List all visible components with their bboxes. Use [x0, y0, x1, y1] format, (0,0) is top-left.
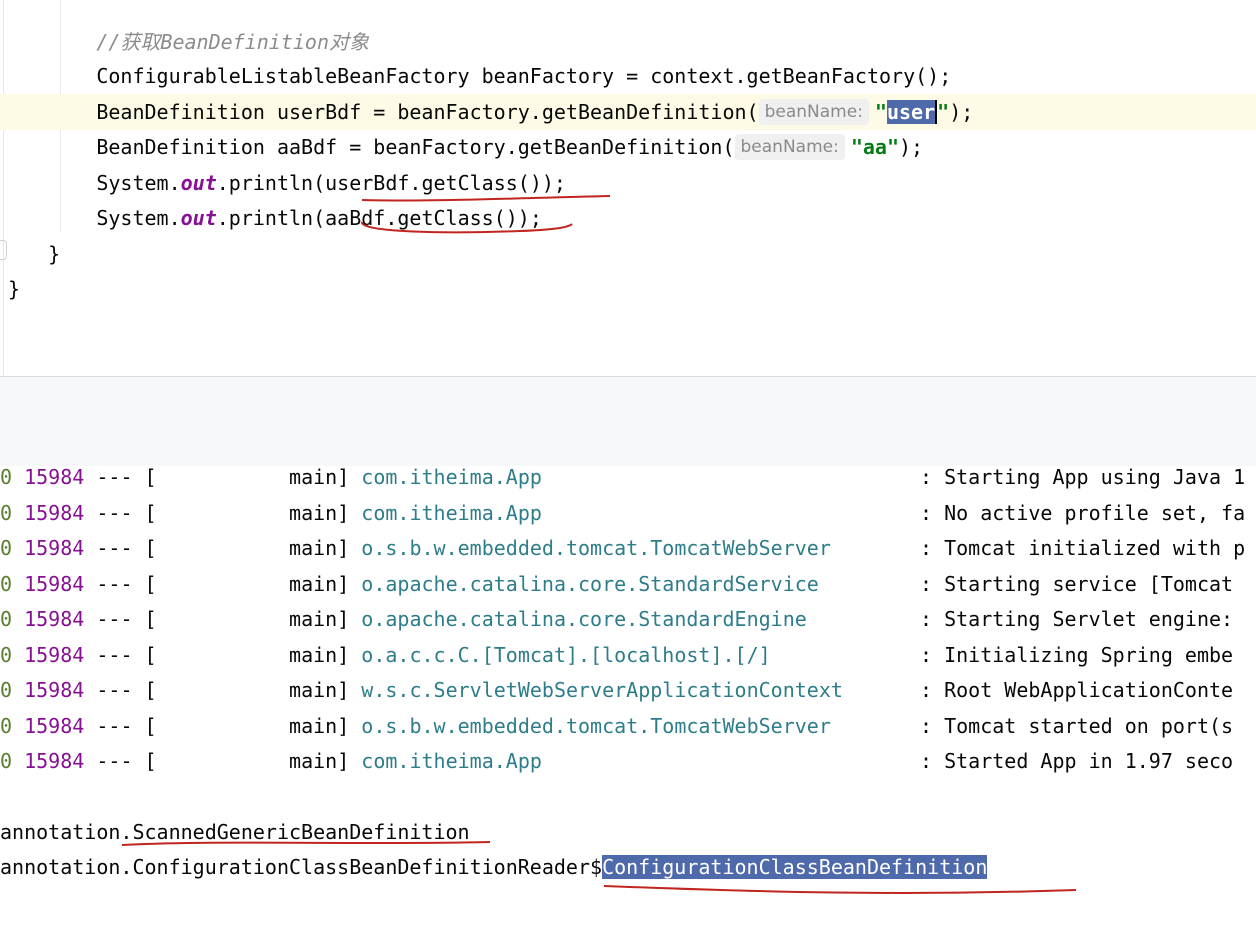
log-separator: ---: [96, 678, 133, 702]
output-line-scanned[interactable]: annotation.ScannedGenericBeanDefinition: [0, 814, 470, 850]
log-row[interactable]: 0 15984 --- [ main] com.itheima.App : Sta…: [0, 743, 1256, 779]
log-row[interactable]: 0 15984 --- [ main] o.s.b.w.embedded.tom…: [0, 708, 1256, 744]
log-separator: ---: [96, 500, 133, 525]
code-text: BeanDefinition userBdf = beanFactory.get…: [96, 100, 759, 124]
log-level: 0: [0, 500, 13, 525]
log-thread: [ main]: [144, 571, 350, 596]
log-message: : Starting service [Tomcat: [920, 571, 1234, 596]
log-message: : Initializing Spring embe: [920, 642, 1234, 667]
log-pid: 15984: [24, 678, 85, 702]
log-row[interactable]: 0 15984 --- [ main] o.a.c.c.C.[Tomcat].[…: [0, 637, 1256, 673]
log-row[interactable]: 0 15984 --- [ main] o.s.b.w.embedded.tom…: [0, 530, 1256, 566]
selected-text[interactable]: user: [886, 100, 936, 124]
log-pid: 15984: [24, 571, 85, 596]
log-pid: 15984: [24, 607, 85, 631]
log-pid: 15984: [24, 536, 85, 560]
log-level: 0: [0, 678, 13, 702]
code-line-println-user[interactable]: System.out.println(userBdf.getClass());: [0, 165, 1256, 201]
log-pid: 15984: [24, 500, 85, 525]
log-logger: o.s.b.w.embedded.tomcat.TomcatWebServer: [361, 536, 831, 560]
log-separator: ---: [96, 571, 133, 596]
static-field: out: [180, 206, 217, 230]
code-line-close-class[interactable]: }: [8, 271, 1256, 307]
code-line-userbdf[interactable]: BeanDefinition userBdf = beanFactory.get…: [0, 94, 1256, 130]
output-line-configuration[interactable]: annotation.ConfigurationClassBeanDefinit…: [0, 849, 988, 885]
log-logger: w.s.c.ServletWebServerApplicationContext: [361, 678, 843, 702]
log-logger: com.itheima.App: [361, 500, 542, 525]
log-thread: [ main]: [144, 500, 350, 525]
log-row[interactable]: 0 15984 --- [ main] com.itheima.App : No …: [0, 495, 1256, 531]
parameter-hint: beanName:: [734, 134, 845, 160]
log-message: : Tomcat started on port(s: [920, 713, 1234, 738]
log-level: 0: [0, 749, 13, 773]
log-message: : Tomcat initialized with p: [920, 536, 1246, 560]
log-separator: ---: [96, 749, 133, 773]
log-message: : Started App in 1.97 seco: [920, 749, 1234, 773]
log-row[interactable]: 0 15984 --- [ main] o.apache.catalina.co…: [0, 566, 1256, 602]
run-console[interactable]: 0 15984 --- [ main] com.itheima.App : Sta…: [0, 466, 1256, 926]
code-line-close-method[interactable]: }: [0, 236, 1256, 272]
log-separator: ---: [96, 607, 133, 631]
log-thread: [ main]: [144, 607, 350, 631]
log-pid: 15984: [24, 642, 85, 667]
log-separator: ---: [96, 466, 133, 489]
code-line-beanfactory[interactable]: ConfigurableListableBeanFactory beanFact…: [0, 58, 1256, 94]
log-level: 0: [0, 642, 13, 667]
log-row[interactable]: 0 15984 --- [ main] o.apache.catalina.co…: [0, 601, 1256, 637]
log-thread: [ main]: [144, 642, 350, 667]
log-message: : No active profile set, fa: [920, 500, 1246, 525]
log-pid: 15984: [24, 749, 85, 773]
log-level: 0: [0, 466, 13, 489]
code-editor[interactable]: //获取BeanDefinition对象 ConfigurableListabl…: [0, 0, 1256, 376]
log-logger: com.itheima.App: [361, 466, 542, 489]
log-thread: [ main]: [144, 713, 350, 738]
code-line-comment[interactable]: //获取BeanDefinition对象: [0, 24, 1256, 60]
log-message: : Starting Servlet engine:: [920, 607, 1234, 631]
log-level: 0: [0, 607, 13, 631]
log-row[interactable]: 0 15984 --- [ main] w.s.c.ServletWebServ…: [0, 672, 1256, 708]
log-logger: o.s.b.w.embedded.tomcat.TomcatWebServer: [361, 713, 831, 738]
log-level: 0: [0, 713, 13, 738]
code-line-println-aa[interactable]: System.out.println(aaBdf.getClass());: [0, 200, 1256, 236]
log-logger: o.apache.catalina.core.StandardEngine: [361, 607, 807, 631]
log-message: : Starting App using Java 1: [920, 466, 1246, 489]
log-thread: [ main]: [144, 466, 350, 489]
string-literal: "aa": [850, 135, 900, 159]
code-line-aabdf[interactable]: BeanDefinition aaBdf = beanFactory.getBe…: [0, 129, 1256, 165]
log-logger: o.a.c.c.C.[Tomcat].[localhost].[/]: [361, 642, 771, 667]
code-comment: //获取BeanDefinition对象: [96, 30, 369, 54]
code-text: ConfigurableListableBeanFactory beanFact…: [96, 64, 952, 88]
log-thread: [ main]: [144, 749, 350, 773]
log-logger: o.apache.catalina.core.StandardService: [361, 571, 819, 596]
static-field: out: [180, 171, 217, 195]
log-separator: ---: [96, 536, 133, 560]
parameter-hint: beanName:: [758, 99, 869, 125]
log-separator: ---: [96, 642, 133, 667]
log-message: : Root WebApplicationConte: [920, 678, 1234, 702]
log-separator: ---: [96, 713, 133, 738]
log-logger: com.itheima.App: [361, 749, 542, 773]
code-text: BeanDefinition aaBdf = beanFactory.getBe…: [96, 135, 735, 159]
log-thread: [ main]: [144, 678, 350, 702]
log-pid: 15984: [24, 713, 85, 738]
log-level: 0: [0, 536, 13, 560]
log-level: 0: [0, 571, 13, 596]
log-row[interactable]: 0 15984 --- [ main] com.itheima.App : Sta…: [0, 466, 1256, 495]
log-pid: 15984: [24, 466, 85, 489]
log-thread: [ main]: [144, 536, 350, 560]
selected-text[interactable]: ConfigurationClassBeanDefinition: [602, 855, 988, 879]
panel-divider[interactable]: [0, 376, 1256, 467]
